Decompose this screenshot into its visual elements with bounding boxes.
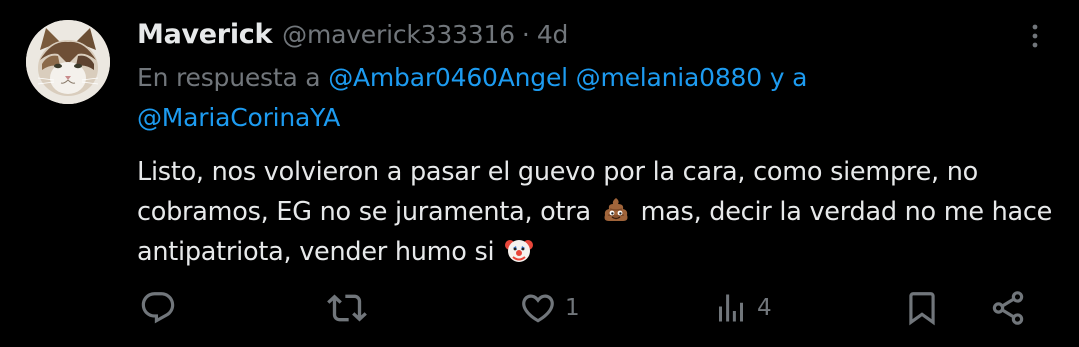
retweet-button[interactable] — [327, 288, 367, 328]
mention-link[interactable]: @melania0880 — [576, 63, 763, 92]
avatar[interactable] — [26, 20, 110, 104]
like-button[interactable]: 1 — [519, 288, 580, 328]
reply-context: En respuesta a @Ambar0460Angel @melania0… — [137, 58, 1037, 138]
timestamp[interactable]: 4d — [537, 20, 569, 49]
tweet-content: Maverick @maverick333316 · 4d En respues… — [137, 14, 1052, 272]
more-dots-icon — [1032, 24, 1038, 48]
reply-button[interactable] — [139, 288, 177, 328]
mention-link[interactable]: @MariaCorinaYA — [137, 103, 340, 132]
share-button[interactable] — [989, 288, 1027, 328]
tweet-header: Maverick @maverick333316 · 4d — [137, 14, 1037, 54]
more-options-button[interactable] — [1027, 20, 1043, 52]
clown-face-emoji-icon — [505, 240, 534, 262]
reply-icon — [141, 292, 175, 324]
mention-link[interactable]: @Ambar0460Angel — [328, 63, 568, 92]
tweet-text: Listo, nos volvieron a pasar el guevo po… — [137, 152, 1057, 272]
user-handle[interactable]: @maverick333316 — [282, 20, 515, 49]
bookmark-icon — [909, 292, 935, 326]
views-icon — [719, 294, 743, 322]
separator-dot: · — [521, 19, 530, 49]
reply-conjunction[interactable]: y a — [770, 63, 808, 92]
heart-icon — [522, 294, 554, 323]
reply-prefix: En respuesta a — [137, 63, 321, 92]
tweet[interactable]: Maverick @maverick333316 · 4d En respues… — [0, 0, 1079, 347]
display-name[interactable]: Maverick — [137, 19, 272, 50]
pile-of-poo-emoji-icon — [604, 198, 628, 221]
views-button[interactable]: 4 — [713, 288, 772, 328]
share-icon — [992, 291, 1024, 325]
retweet-icon — [327, 294, 367, 322]
cat-avatar-icon — [26, 20, 110, 104]
bookmark-button[interactable] — [903, 288, 941, 328]
tweet-actions: 1 4 — [137, 288, 1037, 328]
like-count: 1 — [565, 295, 580, 321]
views-count: 4 — [757, 295, 772, 321]
